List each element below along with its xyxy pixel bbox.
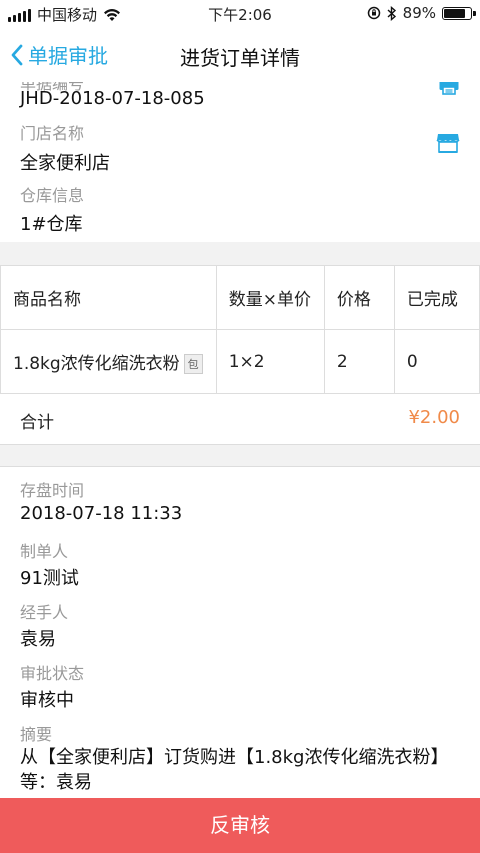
stock-time-label: 存盘时间	[20, 481, 85, 500]
battery-level	[444, 8, 466, 18]
handler-label: 经手人	[20, 603, 69, 622]
creator-value: 91测试	[20, 568, 79, 589]
status-right: 89%	[367, 4, 476, 22]
warehouse-label: 仓库信息	[20, 186, 85, 205]
summary-value: 从【全家便利店】订货购进【1.8kg浓传化缩洗衣粉】等：袁易	[20, 747, 449, 793]
done-cell: 0	[394, 329, 480, 394]
bluetooth-icon	[387, 5, 396, 21]
printer-icon[interactable]	[438, 82, 460, 96]
reverse-audit-button[interactable]: 反审核	[0, 798, 480, 853]
back-label: 单据审批	[28, 44, 108, 68]
product-name-cell: 1.8kg浓传化缩洗衣粉包	[0, 329, 217, 394]
total-amount: ¥2.00	[408, 407, 460, 428]
product-table[interactable]: 商品名称 数量×单价 价格 已完成 1.8kg浓传化缩洗衣粉包 1×2 2 0	[0, 265, 480, 395]
order-info-section: 单据编号 JHD-2018-07-18-085 门店名称 全家便利店 仓库信息 …	[0, 82, 480, 242]
order-number-value: JHD-2018-07-18-085	[20, 88, 205, 109]
total-label: 合计	[20, 413, 54, 433]
nav-bar: 单据审批 进货订单详情	[0, 28, 480, 83]
page-title: 进货订单详情	[180, 46, 300, 70]
product-name: 1.8kg浓传化缩洗衣粉	[13, 354, 180, 374]
table-header: 价格	[324, 266, 395, 330]
store-name-label: 门店名称	[20, 124, 85, 143]
approval-status-label: 审批状态	[20, 664, 85, 683]
battery-icon	[442, 6, 476, 20]
scroll-content[interactable]: 单据编号 JHD-2018-07-18-085 门店名称 全家便利店 仓库信息 …	[0, 82, 480, 798]
summary-label: 摘要	[20, 725, 53, 744]
back-button[interactable]: 单据审批	[10, 40, 108, 69]
creator-label: 制单人	[20, 542, 69, 561]
total-row: 合计 ¥2.00	[0, 394, 480, 445]
store-name-value: 全家便利店	[20, 153, 110, 174]
chevron-left-icon	[11, 44, 23, 65]
table-row[interactable]: 1.8kg浓传化缩洗衣粉包 1×2 2 0	[0, 329, 480, 394]
price-cell: 2	[324, 329, 395, 394]
qty-price-cell: 1×2	[216, 329, 325, 394]
warehouse-value: 1#仓库	[20, 214, 83, 235]
lock-rotation-icon	[367, 6, 380, 20]
handler-value: 袁易	[20, 629, 56, 650]
stock-time-value: 2018-07-18 11:33	[20, 503, 183, 524]
status-bar: 中国移动 下午2:06 89%	[0, 0, 480, 28]
battery-percent: 89%	[402, 4, 436, 22]
table-header: 数量×单价	[216, 266, 325, 330]
table-header: 商品名称	[0, 266, 217, 330]
details-section: 存盘时间 2018-07-18 11:33 制单人 91测试 经手人 袁易 审批…	[0, 466, 480, 798]
store-icon[interactable]	[436, 132, 460, 154]
approval-status-value: 审核中	[20, 690, 74, 711]
package-tag: 包	[183, 354, 203, 374]
table-header-row: 商品名称 数量×单价 价格 已完成	[0, 266, 480, 330]
table-header: 已完成	[394, 266, 480, 330]
